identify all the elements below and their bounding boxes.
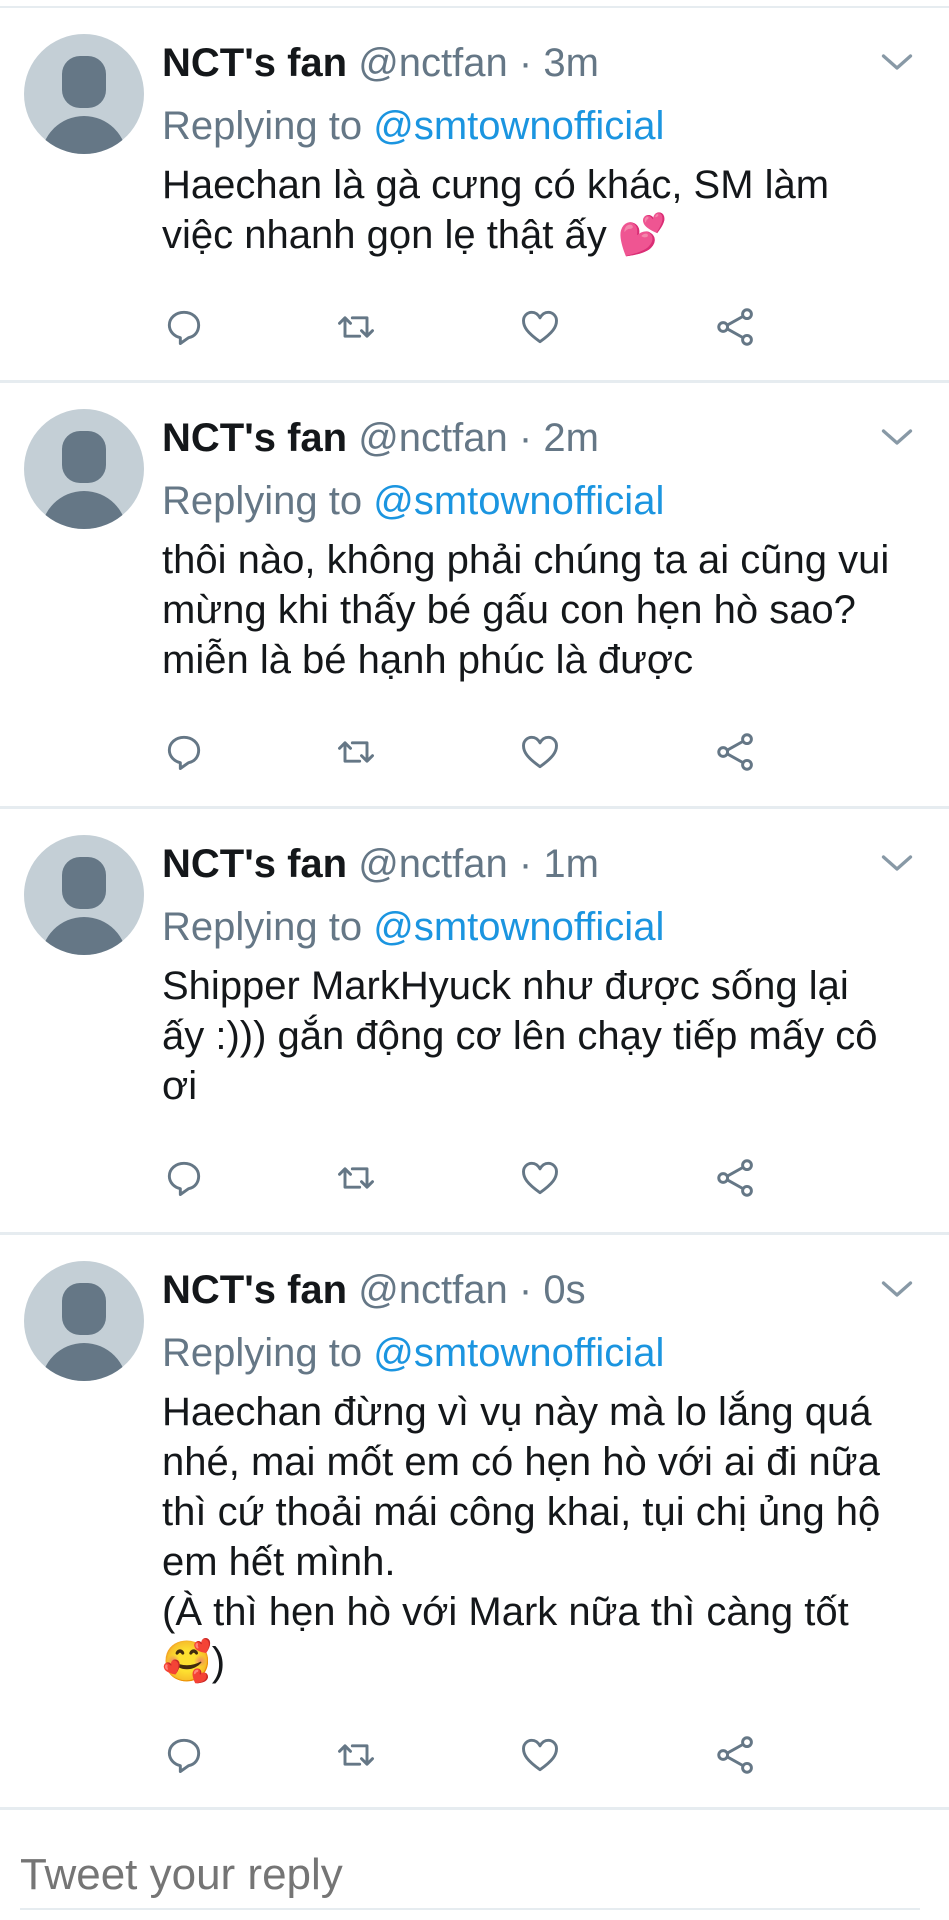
retweet-icon[interactable] [334,305,378,349]
tweet-actions [162,1733,822,1783]
share-icon[interactable] [714,1733,758,1777]
timestamp[interactable]: 1m [543,842,599,886]
tweet-text-line: thì cứ thoải mái công khai, tụi chị ủng … [162,1490,881,1534]
replying-to: Replying to @smtownofficial [162,96,929,156]
like-icon[interactable] [518,730,562,774]
tweet-actions [162,730,822,780]
separator: · [518,41,533,85]
tweet-text-line: (À thì hẹn hò với Mark nữa thì càng tốt [162,1590,849,1634]
separator: · [518,842,533,886]
retweet-icon[interactable] [334,1156,378,1200]
avatar[interactable] [24,835,144,955]
avatar[interactable] [24,1261,144,1381]
tweet[interactable]: NCT's fan @nctfan · 2m Replying to @smto… [0,385,949,809]
reply-underline [20,1908,920,1910]
tweet-header: NCT's fan @nctfan · 2m [162,413,929,463]
tweet-text-line: ấy :))) gắn động cơ lên chạy tiếp mấy cô [162,1014,878,1058]
tweet-text-line: Shipper MarkHyuck như được sống lại [162,964,849,1008]
tweet-content: NCT's fan @nctfan · 0s Replying to @smto… [162,1265,929,1687]
tweet-text-line: việc nhanh gọn lẹ thật ấy 💕 [162,213,668,257]
replying-label: Replying to [162,104,363,148]
replying-label: Replying to [162,1331,363,1375]
avatar[interactable] [24,34,144,154]
tweet-text-line: ơi [162,1064,198,1108]
tweet-text-line: mừng khi thấy bé gấu con hẹn hò sao? [162,588,856,632]
reply-input[interactable] [20,1850,900,1900]
tweet-header: NCT's fan @nctfan · 1m [162,839,929,889]
tweet-text: Shipper MarkHyuck như được sống lại ấy :… [162,961,929,1111]
tweet-header: NCT's fan @nctfan · 0s [162,1265,929,1315]
tweet-text-line: nhé, mai mốt em có hẹn hò với ai đi nữa [162,1440,880,1484]
tweet-content: NCT's fan @nctfan · 3m Replying to @smto… [162,38,929,260]
replying-to: Replying to @smtownofficial [162,1323,929,1383]
replying-to: Replying to @smtownofficial [162,897,929,957]
mention-link[interactable]: @smtownofficial [373,1331,664,1375]
reply-icon[interactable] [162,730,206,774]
timestamp[interactable]: 0s [543,1268,585,1312]
tweet[interactable]: NCT's fan @nctfan · 3m Replying to @smto… [0,10,949,383]
author-name[interactable]: NCT's fan [162,1268,347,1312]
retweet-icon[interactable] [334,1733,378,1777]
top-divider [0,0,949,8]
reply-composer [0,1810,949,1920]
like-icon[interactable] [518,1733,562,1777]
author-name[interactable]: NCT's fan [162,41,347,85]
share-icon[interactable] [714,1156,758,1200]
tweet-content: NCT's fan @nctfan · 1m Replying to @smto… [162,839,929,1111]
separator: · [518,416,533,460]
replying-to: Replying to @smtownofficial [162,471,929,531]
tweet-content: NCT's fan @nctfan · 2m Replying to @smto… [162,413,929,685]
retweet-icon[interactable] [334,730,378,774]
tweet[interactable]: NCT's fan @nctfan · 0s Replying to @smto… [0,1237,949,1810]
tweet-header: NCT's fan @nctfan · 3m [162,38,929,88]
avatar[interactable] [24,409,144,529]
mention-link[interactable]: @smtownofficial [373,479,664,523]
tweet-text-line: 🥰) [162,1640,226,1684]
tweet-actions [162,1156,822,1206]
author-name[interactable]: NCT's fan [162,416,347,460]
share-icon[interactable] [714,305,758,349]
tweet[interactable]: NCT's fan @nctfan · 1m Replying to @smto… [0,811,949,1235]
author-handle[interactable]: @nctfan [358,1268,508,1312]
tweet-text: Haechan là gà cưng có khác, SM làm việc … [162,160,929,260]
like-icon[interactable] [518,1156,562,1200]
tweet-text-line: em hết mình. [162,1540,396,1584]
separator: · [518,1268,533,1312]
replying-label: Replying to [162,479,363,523]
reply-icon[interactable] [162,305,206,349]
share-icon[interactable] [714,730,758,774]
author-handle[interactable]: @nctfan [358,416,508,460]
like-icon[interactable] [518,305,562,349]
tweet-text-line: Haechan là gà cưng có khác, SM làm [162,163,830,207]
tweet-text-line: thôi nào, không phải chúng ta ai cũng vu… [162,538,890,582]
tweet-text: Haechan đừng vì vụ này mà lo lắng quá nh… [162,1387,929,1687]
timestamp[interactable]: 3m [543,41,599,85]
author-name[interactable]: NCT's fan [162,842,347,886]
reply-icon[interactable] [162,1156,206,1200]
mention-link[interactable]: @smtownofficial [373,104,664,148]
author-handle[interactable]: @nctfan [358,842,508,886]
mention-link[interactable]: @smtownofficial [373,905,664,949]
tweet-text: thôi nào, không phải chúng ta ai cũng vu… [162,535,929,685]
tweet-text-line: miễn là bé hạnh phúc là được [162,638,694,682]
timestamp[interactable]: 2m [543,416,599,460]
reply-icon[interactable] [162,1733,206,1777]
tweet-actions [162,305,822,355]
author-handle[interactable]: @nctfan [358,41,508,85]
replying-label: Replying to [162,905,363,949]
tweet-text-line: Haechan đừng vì vụ này mà lo lắng quá [162,1390,872,1434]
